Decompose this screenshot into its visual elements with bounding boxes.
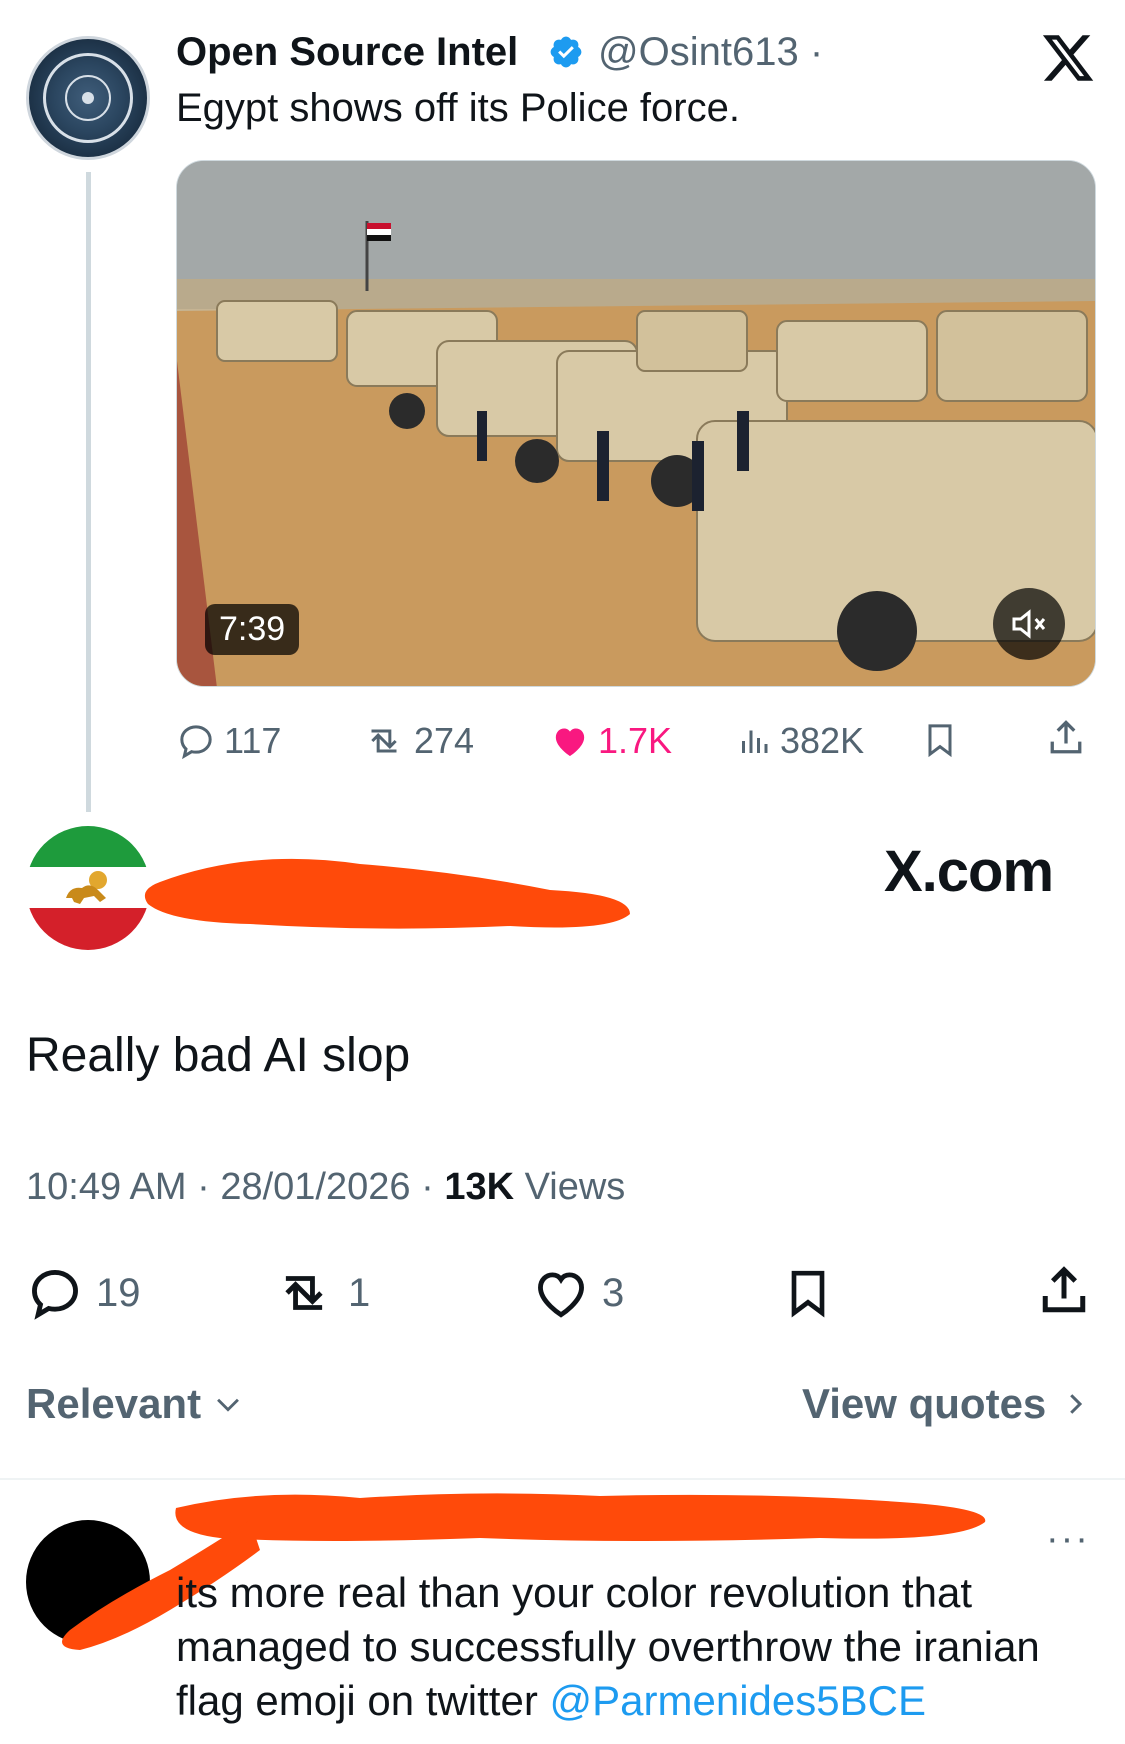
repost-icon [285, 1276, 323, 1310]
video-player[interactable] [176, 160, 1096, 687]
lion-and-sun-emblem [66, 871, 107, 904]
thread-connector-line [86, 172, 91, 812]
reply-count-button[interactable]: 117 [176, 720, 281, 762]
repost-count: 274 [414, 720, 475, 761]
view-count: 382K [780, 720, 865, 761]
more-options-button[interactable]: ··· [1046, 1518, 1090, 1561]
repost-button[interactable]: 1 [272, 1264, 370, 1322]
sort-relevant-dropdown[interactable]: Relevant [26, 1380, 245, 1428]
share-icon[interactable] [1044, 716, 1088, 760]
sort-label: Relevant [26, 1380, 202, 1427]
redaction-mark [144, 858, 630, 929]
repost-count-button[interactable]: 274 [362, 720, 474, 762]
video-thumbnail [177, 161, 1095, 686]
watermark-xcom: X.com [884, 839, 1054, 904]
like-count: 1.7K [598, 720, 673, 761]
mention-link[interactable]: @Parmenides5BCE [550, 1677, 926, 1724]
author-name[interactable]: Open Source Intel [176, 30, 518, 75]
reply-meta: 10:49 AM · 28/01/2026 · 13K Views [26, 1166, 626, 1208]
like-button[interactable]: 3 [532, 1264, 624, 1322]
view-quotes-link[interactable]: View quotes [802, 1380, 1090, 1428]
video-duration-badge: 7:39 [205, 604, 300, 655]
share-icon[interactable] [1034, 1260, 1094, 1322]
bookmark-icon[interactable] [780, 1262, 836, 1324]
repost-icon [371, 729, 397, 753]
reply-views-label: Views [524, 1166, 626, 1208]
reply-date[interactable]: 28/01/2026 [220, 1166, 410, 1208]
reply-count: 117 [224, 720, 282, 761]
heart-icon [538, 1272, 584, 1318]
repost-count: 1 [348, 1270, 371, 1315]
view-count-button[interactable]: 382K [736, 720, 864, 762]
reply-button[interactable]: 19 [26, 1264, 141, 1322]
reply-text: Really bad AI slop [26, 1029, 411, 1082]
reply-count: 19 [96, 1270, 141, 1315]
analytics-icon [742, 730, 768, 753]
tweet-text: Egypt shows off its Police force. [176, 86, 740, 130]
speaker-muted-icon [1012, 609, 1046, 639]
bottom-reply-text: its more real than your color revolution… [176, 1566, 1096, 1728]
mute-button[interactable] [993, 588, 1065, 660]
chevron-right-icon [1070, 1394, 1083, 1414]
reply-icon [32, 1270, 78, 1320]
reply-time[interactable]: 10:49 AM [26, 1166, 187, 1208]
heart-filled-icon [555, 728, 585, 756]
reply-views-count: 13K [444, 1166, 515, 1208]
bookmark-icon[interactable] [920, 718, 960, 762]
author-handle[interactable]: @Osint613 · [598, 30, 823, 75]
avatar-center [82, 92, 94, 104]
author-avatar[interactable] [26, 36, 150, 160]
verified-badge-icon [550, 36, 582, 68]
view-quotes-label: View quotes [802, 1380, 1047, 1427]
like-count: 3 [602, 1270, 625, 1315]
like-count-button[interactable]: 1.7K [550, 720, 672, 762]
chevron-down-icon [217, 1398, 239, 1412]
reply-icon [180, 725, 212, 760]
x-logo-icon [1042, 35, 1094, 81]
